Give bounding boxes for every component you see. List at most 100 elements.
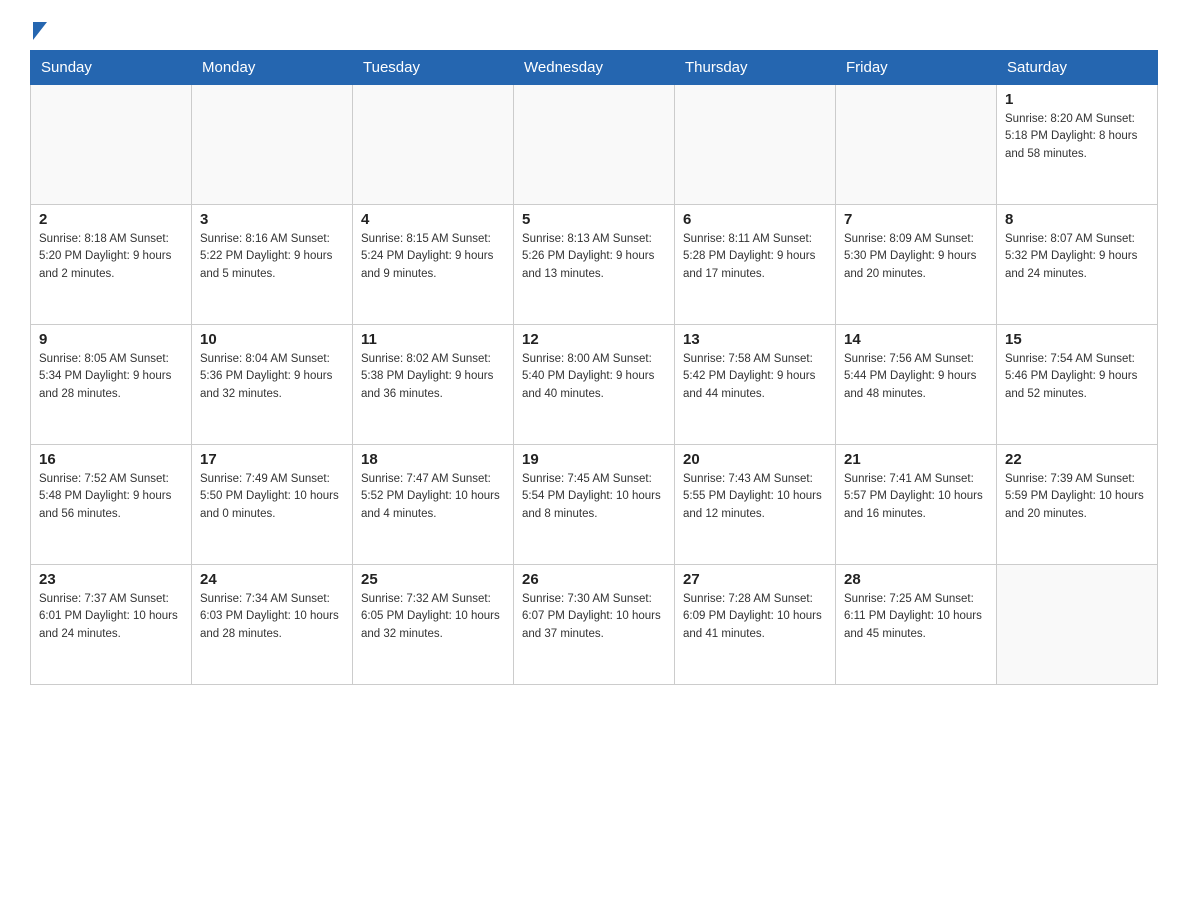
day-header-tuesday: Tuesday [353, 51, 514, 85]
page-header [30, 20, 1158, 40]
calendar-cell: 12 Sunrise: 8:00 AM Sunset: 5:40 PM Dayli… [514, 325, 675, 445]
day-info: Sunrise: 7:28 AM Sunset: 6:09 PM Dayligh… [683, 591, 827, 643]
day-info: Sunrise: 8:11 AM Sunset: 5:28 PM Dayligh… [683, 231, 827, 283]
day-info: Sunrise: 8:04 AM Sunset: 5:36 PM Dayligh… [200, 351, 344, 403]
day-info: Sunrise: 7:56 AM Sunset: 5:44 PM Dayligh… [844, 351, 988, 403]
day-number: 25 [361, 571, 505, 588]
day-info: Sunrise: 8:02 AM Sunset: 5:38 PM Dayligh… [361, 351, 505, 403]
calendar-cell: 4Sunrise: 8:15 AM Sunset: 5:24 PM Daylig… [353, 205, 514, 325]
day-number: 5 [522, 211, 666, 228]
day-info: Sunrise: 8:16 AM Sunset: 5:22 PM Dayligh… [200, 231, 344, 283]
day-info: Sunrise: 7:37 AM Sunset: 6:01 PM Dayligh… [39, 591, 183, 643]
week-row-0: 1 Sunrise: 8:20 AM Sunset: 5:18 PM Daylig… [31, 85, 1158, 205]
calendar-cell [353, 85, 514, 205]
day-info: Sunrise: 7:49 AM Sunset: 5:50 PM Dayligh… [200, 471, 344, 523]
calendar-cell: 2 Sunrise: 8:18 AM Sunset: 5:20 PM Daylig… [31, 205, 192, 325]
calendar-header-row: SundayMondayTuesdayWednesdayThursdayFrid… [31, 51, 1158, 85]
day-info: Sunrise: 8:00 AM Sunset: 5:40 PM Dayligh… [522, 351, 666, 403]
calendar-cell: 10 Sunrise: 8:04 AM Sunset: 5:36 PM Dayli… [192, 325, 353, 445]
day-info: Sunrise: 7:39 AM Sunset: 5:59 PM Dayligh… [1005, 471, 1149, 523]
day-header-wednesday: Wednesday [514, 51, 675, 85]
day-info: Sunrise: 8:13 AM Sunset: 5:26 PM Dayligh… [522, 231, 666, 283]
day-number: 8 [1005, 211, 1149, 228]
day-number: 1 [1005, 91, 1149, 108]
day-info: Sunrise: 8:07 AM Sunset: 5:32 PM Dayligh… [1005, 231, 1149, 283]
day-header-thursday: Thursday [675, 51, 836, 85]
logo-triangle-icon [33, 22, 47, 40]
day-info: Sunrise: 7:32 AM Sunset: 6:05 PM Dayligh… [361, 591, 505, 643]
calendar-cell: 1 Sunrise: 8:20 AM Sunset: 5:18 PM Daylig… [997, 85, 1158, 205]
calendar-cell: 28Sunrise: 7:25 AM Sunset: 6:11 PM Dayli… [836, 565, 997, 685]
day-header-monday: Monday [192, 51, 353, 85]
calendar-cell: 17 Sunrise: 7:49 AM Sunset: 5:50 PM Dayli… [192, 445, 353, 565]
day-number: 28 [844, 571, 988, 588]
calendar-cell: 25 Sunrise: 7:32 AM Sunset: 6:05 PM Dayli… [353, 565, 514, 685]
day-number: 24 [200, 571, 344, 588]
day-number: 26 [522, 571, 666, 588]
calendar-cell: 14 Sunrise: 7:56 AM Sunset: 5:44 PM Dayli… [836, 325, 997, 445]
calendar-cell: 11 Sunrise: 8:02 AM Sunset: 5:38 PM Dayli… [353, 325, 514, 445]
day-number: 13 [683, 331, 827, 348]
calendar-cell: 8 Sunrise: 8:07 AM Sunset: 5:32 PM Daylig… [997, 205, 1158, 325]
calendar-cell: 6 Sunrise: 8:11 AM Sunset: 5:28 PM Daylig… [675, 205, 836, 325]
day-number: 16 [39, 451, 183, 468]
day-number: 10 [200, 331, 344, 348]
day-info: Sunrise: 8:20 AM Sunset: 5:18 PM Dayligh… [1005, 111, 1149, 163]
calendar-cell: 18 Sunrise: 7:47 AM Sunset: 5:52 PM Dayli… [353, 445, 514, 565]
calendar-cell: 26 Sunrise: 7:30 AM Sunset: 6:07 PM Dayli… [514, 565, 675, 685]
day-info: Sunrise: 8:18 AM Sunset: 5:20 PM Dayligh… [39, 231, 183, 283]
day-info: Sunrise: 8:15 AM Sunset: 5:24 PM Dayligh… [361, 231, 505, 283]
day-info: Sunrise: 7:43 AM Sunset: 5:55 PM Dayligh… [683, 471, 827, 523]
day-number: 9 [39, 331, 183, 348]
day-number: 20 [683, 451, 827, 468]
day-number: 2 [39, 211, 183, 228]
day-info: Sunrise: 7:52 AM Sunset: 5:48 PM Dayligh… [39, 471, 183, 523]
calendar-cell: 9 Sunrise: 8:05 AM Sunset: 5:34 PM Daylig… [31, 325, 192, 445]
day-info: Sunrise: 8:05 AM Sunset: 5:34 PM Dayligh… [39, 351, 183, 403]
day-info: Sunrise: 7:47 AM Sunset: 5:52 PM Dayligh… [361, 471, 505, 523]
calendar-cell: 24 Sunrise: 7:34 AM Sunset: 6:03 PM Dayli… [192, 565, 353, 685]
calendar-cell: 22 Sunrise: 7:39 AM Sunset: 5:59 PM Dayli… [997, 445, 1158, 565]
day-header-friday: Friday [836, 51, 997, 85]
week-row-4: 23 Sunrise: 7:37 AM Sunset: 6:01 PM Dayli… [31, 565, 1158, 685]
day-number: 12 [522, 331, 666, 348]
calendar-table: SundayMondayTuesdayWednesdayThursdayFrid… [30, 50, 1158, 685]
calendar-cell: 15 Sunrise: 7:54 AM Sunset: 5:46 PM Dayli… [997, 325, 1158, 445]
calendar-cell [31, 85, 192, 205]
day-number: 17 [200, 451, 344, 468]
calendar-cell: 3 Sunrise: 8:16 AM Sunset: 5:22 PM Daylig… [192, 205, 353, 325]
day-info: Sunrise: 7:34 AM Sunset: 6:03 PM Dayligh… [200, 591, 344, 643]
day-number: 21 [844, 451, 988, 468]
calendar-cell [192, 85, 353, 205]
day-info: Sunrise: 7:30 AM Sunset: 6:07 PM Dayligh… [522, 591, 666, 643]
day-info: Sunrise: 8:09 AM Sunset: 5:30 PM Dayligh… [844, 231, 988, 283]
day-number: 6 [683, 211, 827, 228]
day-number: 27 [683, 571, 827, 588]
day-number: 22 [1005, 451, 1149, 468]
day-number: 14 [844, 331, 988, 348]
calendar-cell [514, 85, 675, 205]
week-row-2: 9 Sunrise: 8:05 AM Sunset: 5:34 PM Daylig… [31, 325, 1158, 445]
calendar-cell: 27 Sunrise: 7:28 AM Sunset: 6:09 PM Dayli… [675, 565, 836, 685]
day-info: Sunrise: 7:58 AM Sunset: 5:42 PM Dayligh… [683, 351, 827, 403]
calendar-cell [836, 85, 997, 205]
week-row-1: 2 Sunrise: 8:18 AM Sunset: 5:20 PM Daylig… [31, 205, 1158, 325]
calendar-cell [997, 565, 1158, 685]
day-number: 19 [522, 451, 666, 468]
week-row-3: 16 Sunrise: 7:52 AM Sunset: 5:48 PM Dayli… [31, 445, 1158, 565]
day-info: Sunrise: 7:54 AM Sunset: 5:46 PM Dayligh… [1005, 351, 1149, 403]
day-number: 18 [361, 451, 505, 468]
day-number: 23 [39, 571, 183, 588]
day-info: Sunrise: 7:45 AM Sunset: 5:54 PM Dayligh… [522, 471, 666, 523]
calendar-cell: 13 Sunrise: 7:58 AM Sunset: 5:42 PM Dayli… [675, 325, 836, 445]
day-number: 3 [200, 211, 344, 228]
day-number: 15 [1005, 331, 1149, 348]
calendar-cell [675, 85, 836, 205]
day-info: Sunrise: 7:41 AM Sunset: 5:57 PM Dayligh… [844, 471, 988, 523]
calendar-cell: 16 Sunrise: 7:52 AM Sunset: 5:48 PM Dayli… [31, 445, 192, 565]
calendar-cell: 5 Sunrise: 8:13 AM Sunset: 5:26 PM Daylig… [514, 205, 675, 325]
day-header-saturday: Saturday [997, 51, 1158, 85]
logo [30, 20, 47, 40]
calendar-cell: 19 Sunrise: 7:45 AM Sunset: 5:54 PM Dayli… [514, 445, 675, 565]
day-number: 11 [361, 331, 505, 348]
